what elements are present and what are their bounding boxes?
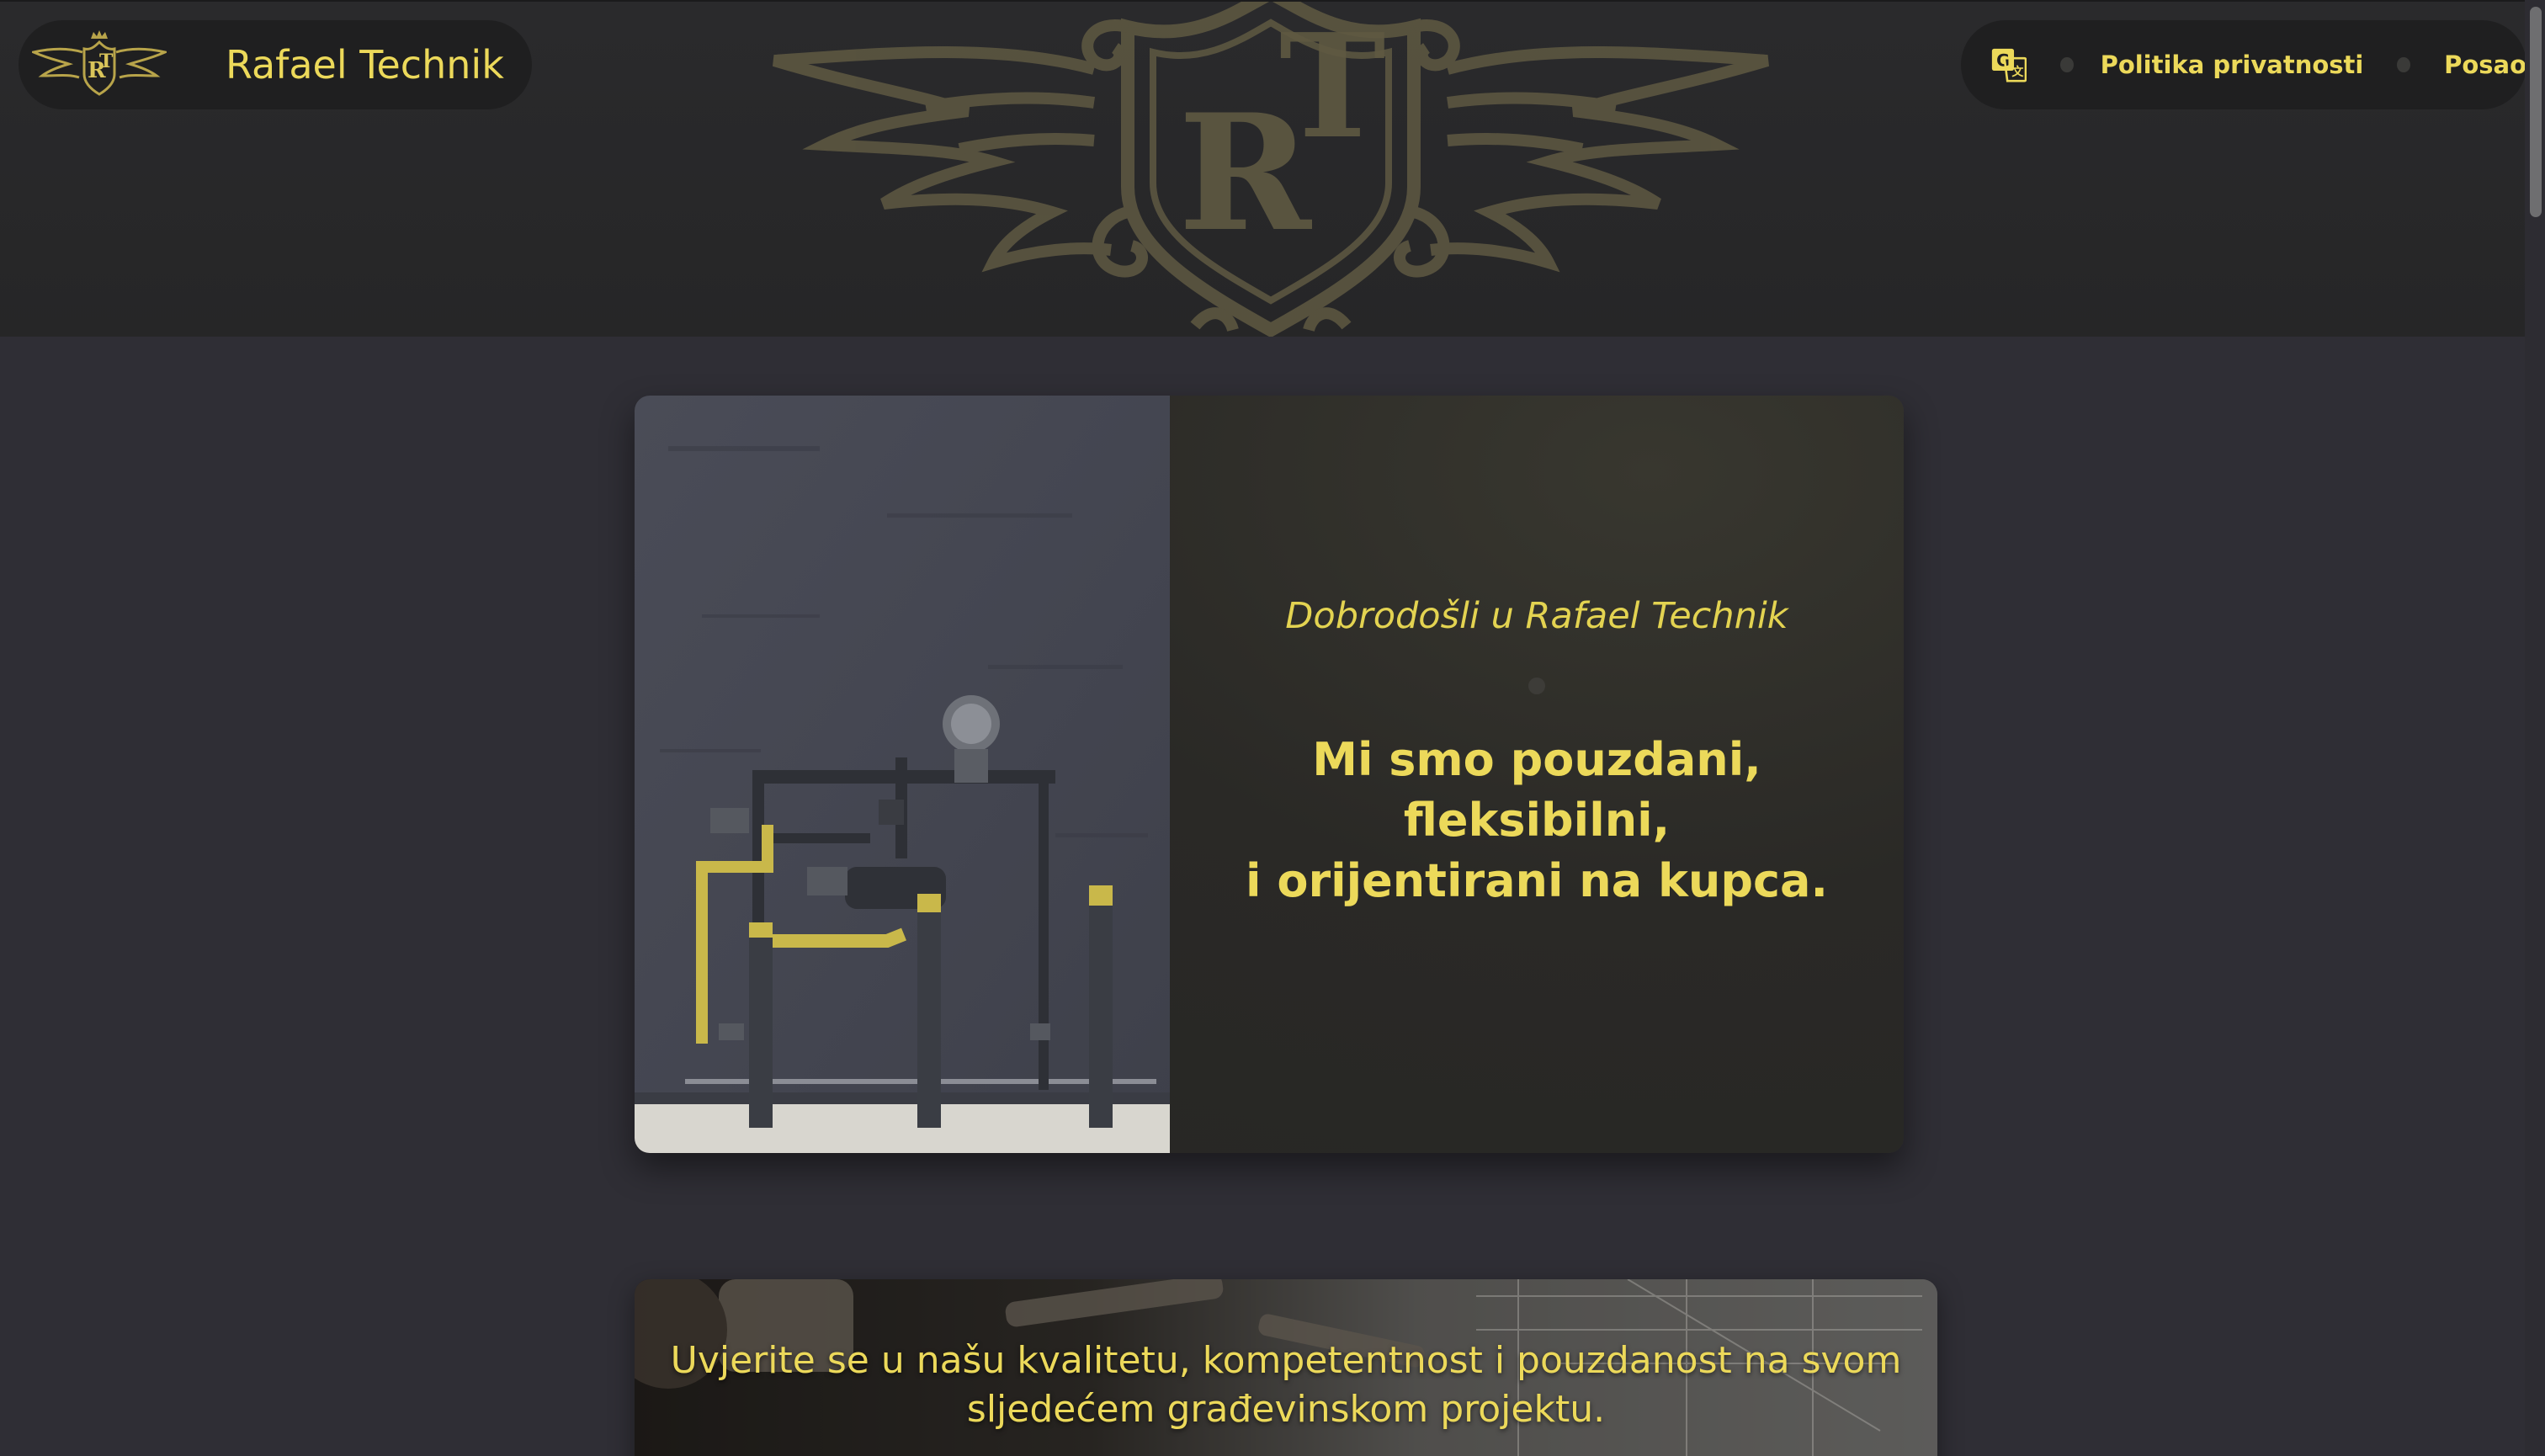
welcome-card: Dobrodošli u Rafael Technik Mi smo pouzd… — [635, 396, 1904, 1153]
svg-text:T: T — [1279, 3, 1386, 171]
translate-icon[interactable]: G 文 — [1991, 45, 2027, 84]
brand-name[interactable]: Rafael Technik — [226, 42, 504, 88]
nav-link-privacy-policy[interactable]: Politika privatnosti — [2101, 50, 2364, 79]
welcome-heading-line: i orijentirani na kupca. — [1246, 854, 1828, 907]
scrollbar-thumb[interactable] — [2530, 7, 2542, 217]
divider-dot — [1528, 678, 1545, 694]
nav-separator-dot — [2059, 57, 2074, 72]
gas-pipes-photo — [635, 396, 1170, 1153]
nav-link-jobs[interactable]: Posao — [2444, 50, 2526, 79]
quality-card: Uvjerite se u našu kvalitetu, kompetentn… — [635, 1279, 1937, 1456]
brand-pill[interactable]: R T Rafael Technik — [19, 20, 532, 109]
rt-logo-icon: R T — [32, 30, 167, 96]
svg-text:T: T — [99, 50, 114, 72]
svg-text:文: 文 — [2011, 65, 2024, 79]
welcome-heading-line: Mi smo pouzdani, — [1312, 733, 1761, 786]
welcome-heading-line: fleksibilni, — [1403, 794, 1671, 847]
quality-text-line: Uvjerite se u našu kvalitetu, kompetentn… — [670, 1339, 1902, 1382]
nav-separator-dot — [2397, 57, 2411, 72]
quality-text-line: sljedećem građevinskom projektu. — [966, 1388, 1606, 1431]
quality-text: Uvjerite se u našu kvalitetu, kompetentn… — [635, 1336, 1937, 1434]
hero-header: R T R T Rafael Technik G 文 Politika priv… — [0, 0, 2545, 337]
welcome-subtitle: Dobrodošli u Rafael Technik — [1285, 595, 1788, 637]
page-scrollbar[interactable] — [2525, 0, 2545, 1456]
welcome-heading: Mi smo pouzdani, fleksibilni, i orijenti… — [1246, 730, 1828, 911]
rt-emblem-background: R T — [772, 2, 1770, 337]
nav-pill: G 文 Politika privatnosti Posao — [1961, 20, 2526, 109]
welcome-text-block: Dobrodošli u Rafael Technik Mi smo pouzd… — [1170, 396, 1904, 1153]
svg-text:G: G — [1996, 51, 2010, 71]
page: R T R T Rafael Technik G 文 Politika priv… — [0, 0, 2545, 1456]
